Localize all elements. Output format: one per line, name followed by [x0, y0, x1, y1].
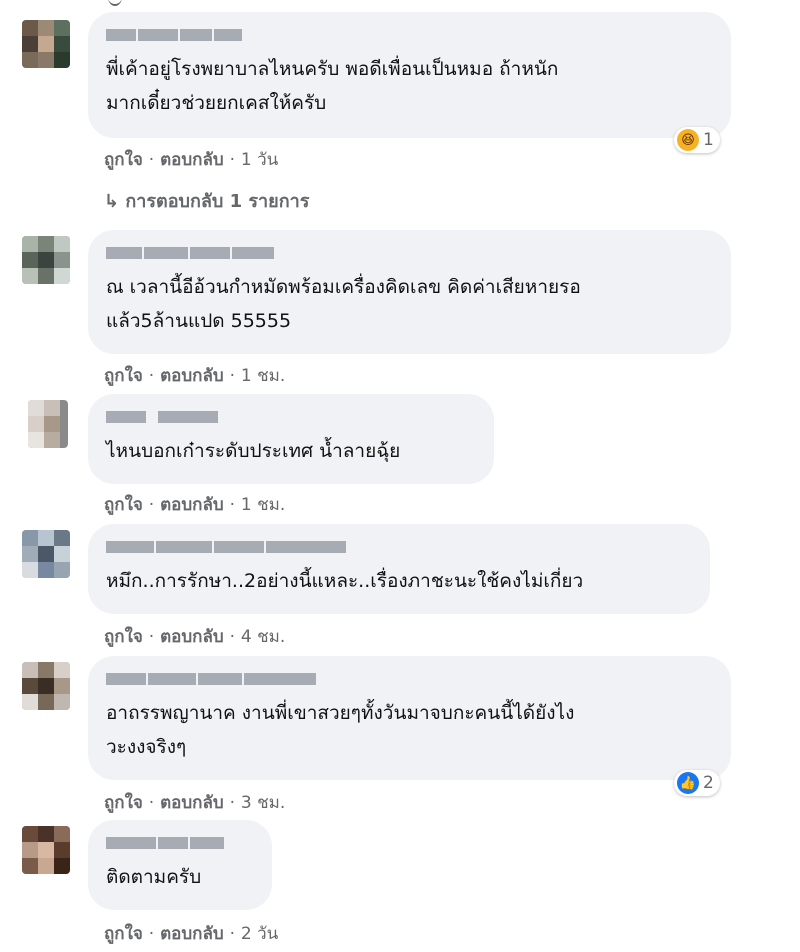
reply-button[interactable]: ตอบกลับ: [160, 150, 224, 170]
reaction-count[interactable]: 👍 2: [674, 770, 720, 796]
like-button[interactable]: ถูกใจ: [104, 150, 143, 170]
like-button[interactable]: ถูกใจ: [104, 793, 143, 813]
comment-time[interactable]: 4 ชม.: [241, 627, 285, 647]
reply-button[interactable]: ตอบกลับ: [160, 793, 224, 813]
reply-button[interactable]: ตอบกลับ: [160, 366, 224, 386]
comment-text: ไหนบอกเก๋าระดับประเทศ น้ำลายฉุ้ย: [106, 440, 401, 462]
comment-bubble: ติดตามครับ: [88, 820, 272, 910]
commenter-name-blurred[interactable]: [106, 246, 707, 260]
comment-time[interactable]: 1 ชม.: [241, 366, 285, 386]
comment-actions: ถูกใจ · ตอบกลับ · 1 วัน: [104, 150, 279, 170]
comment-actions: ถูกใจ · ตอบกลับ · 1 ชม.: [104, 495, 286, 515]
like-button[interactable]: ถูกใจ: [104, 495, 143, 515]
comment-text: ณ เวลานี้อีอ้วนกำหมัดพร้อมเครื่องคิดเลข …: [106, 276, 581, 332]
comment-text: อาถรรพญานาค งานพี่เขาสวยๆทั้งวันมาจบกะคน…: [106, 702, 575, 758]
comment-time[interactable]: 3 ชม.: [241, 793, 285, 813]
comment-bubble: พี่เค้าอยู่โรงพยาบาลไหนครับ พอดีเพื่อนเป…: [88, 12, 731, 138]
like-icon: 👍: [677, 772, 699, 794]
avatar[interactable]: [28, 400, 68, 448]
commenter-name-blurred[interactable]: [106, 28, 707, 42]
previous-comment-cut: [108, 0, 122, 6]
comment-text: หมึก..การรักษา..2อย่างนี้แหละ..เรื่องภาช…: [106, 570, 584, 592]
commenter-name-blurred[interactable]: [106, 672, 707, 686]
view-replies-link[interactable]: ↳ การตอบกลับ 1 รายการ: [104, 186, 309, 215]
comment-bubble: ณ เวลานี้อีอ้วนกำหมัดพร้อมเครื่องคิดเลข …: [88, 230, 731, 354]
comment-text: พี่เค้าอยู่โรงพยาบาลไหนครับ พอดีเพื่อนเป…: [106, 58, 559, 114]
like-button[interactable]: ถูกใจ: [104, 627, 143, 647]
reply-arrow-icon: ↳: [104, 191, 120, 212]
haha-icon: 😆: [677, 129, 699, 151]
commenter-name-blurred[interactable]: [106, 410, 470, 424]
like-button[interactable]: ถูกใจ: [104, 366, 143, 386]
comment-bubble: หมึก..การรักษา..2อย่างนี้แหละ..เรื่องภาช…: [88, 524, 710, 614]
comment-actions: ถูกใจ · ตอบกลับ · 4 ชม.: [104, 627, 286, 647]
comment-time[interactable]: 1 วัน: [241, 150, 278, 170]
reply-button[interactable]: ตอบกลับ: [160, 495, 224, 515]
comment-time[interactable]: 1 ชม.: [241, 495, 285, 515]
commenter-name-blurred[interactable]: [106, 540, 686, 554]
avatar[interactable]: [22, 236, 70, 284]
avatar[interactable]: [22, 826, 70, 874]
avatar[interactable]: [22, 662, 70, 710]
comment-bubble: อาถรรพญานาค งานพี่เขาสวยๆทั้งวันมาจบกะคน…: [88, 656, 731, 780]
reaction-count[interactable]: 😆 1: [674, 127, 720, 153]
comment-bubble: ไหนบอกเก๋าระดับประเทศ น้ำลายฉุ้ย: [88, 394, 494, 484]
comment-actions: ถูกใจ · ตอบกลับ · 3 ชม.: [104, 793, 286, 813]
reply-button[interactable]: ตอบกลับ: [160, 924, 224, 944]
comment-actions: ถูกใจ · ตอบกลับ · 2 วัน: [104, 924, 279, 944]
comment-actions: ถูกใจ · ตอบกลับ · 1 ชม.: [104, 366, 286, 386]
avatar[interactable]: [22, 530, 70, 578]
reply-button[interactable]: ตอบกลับ: [160, 627, 224, 647]
comment-text: ติดตามครับ: [106, 866, 202, 888]
avatar[interactable]: [22, 20, 70, 68]
comment-time[interactable]: 2 วัน: [241, 924, 278, 944]
commenter-name-blurred[interactable]: [106, 836, 248, 850]
like-button[interactable]: ถูกใจ: [104, 924, 143, 944]
